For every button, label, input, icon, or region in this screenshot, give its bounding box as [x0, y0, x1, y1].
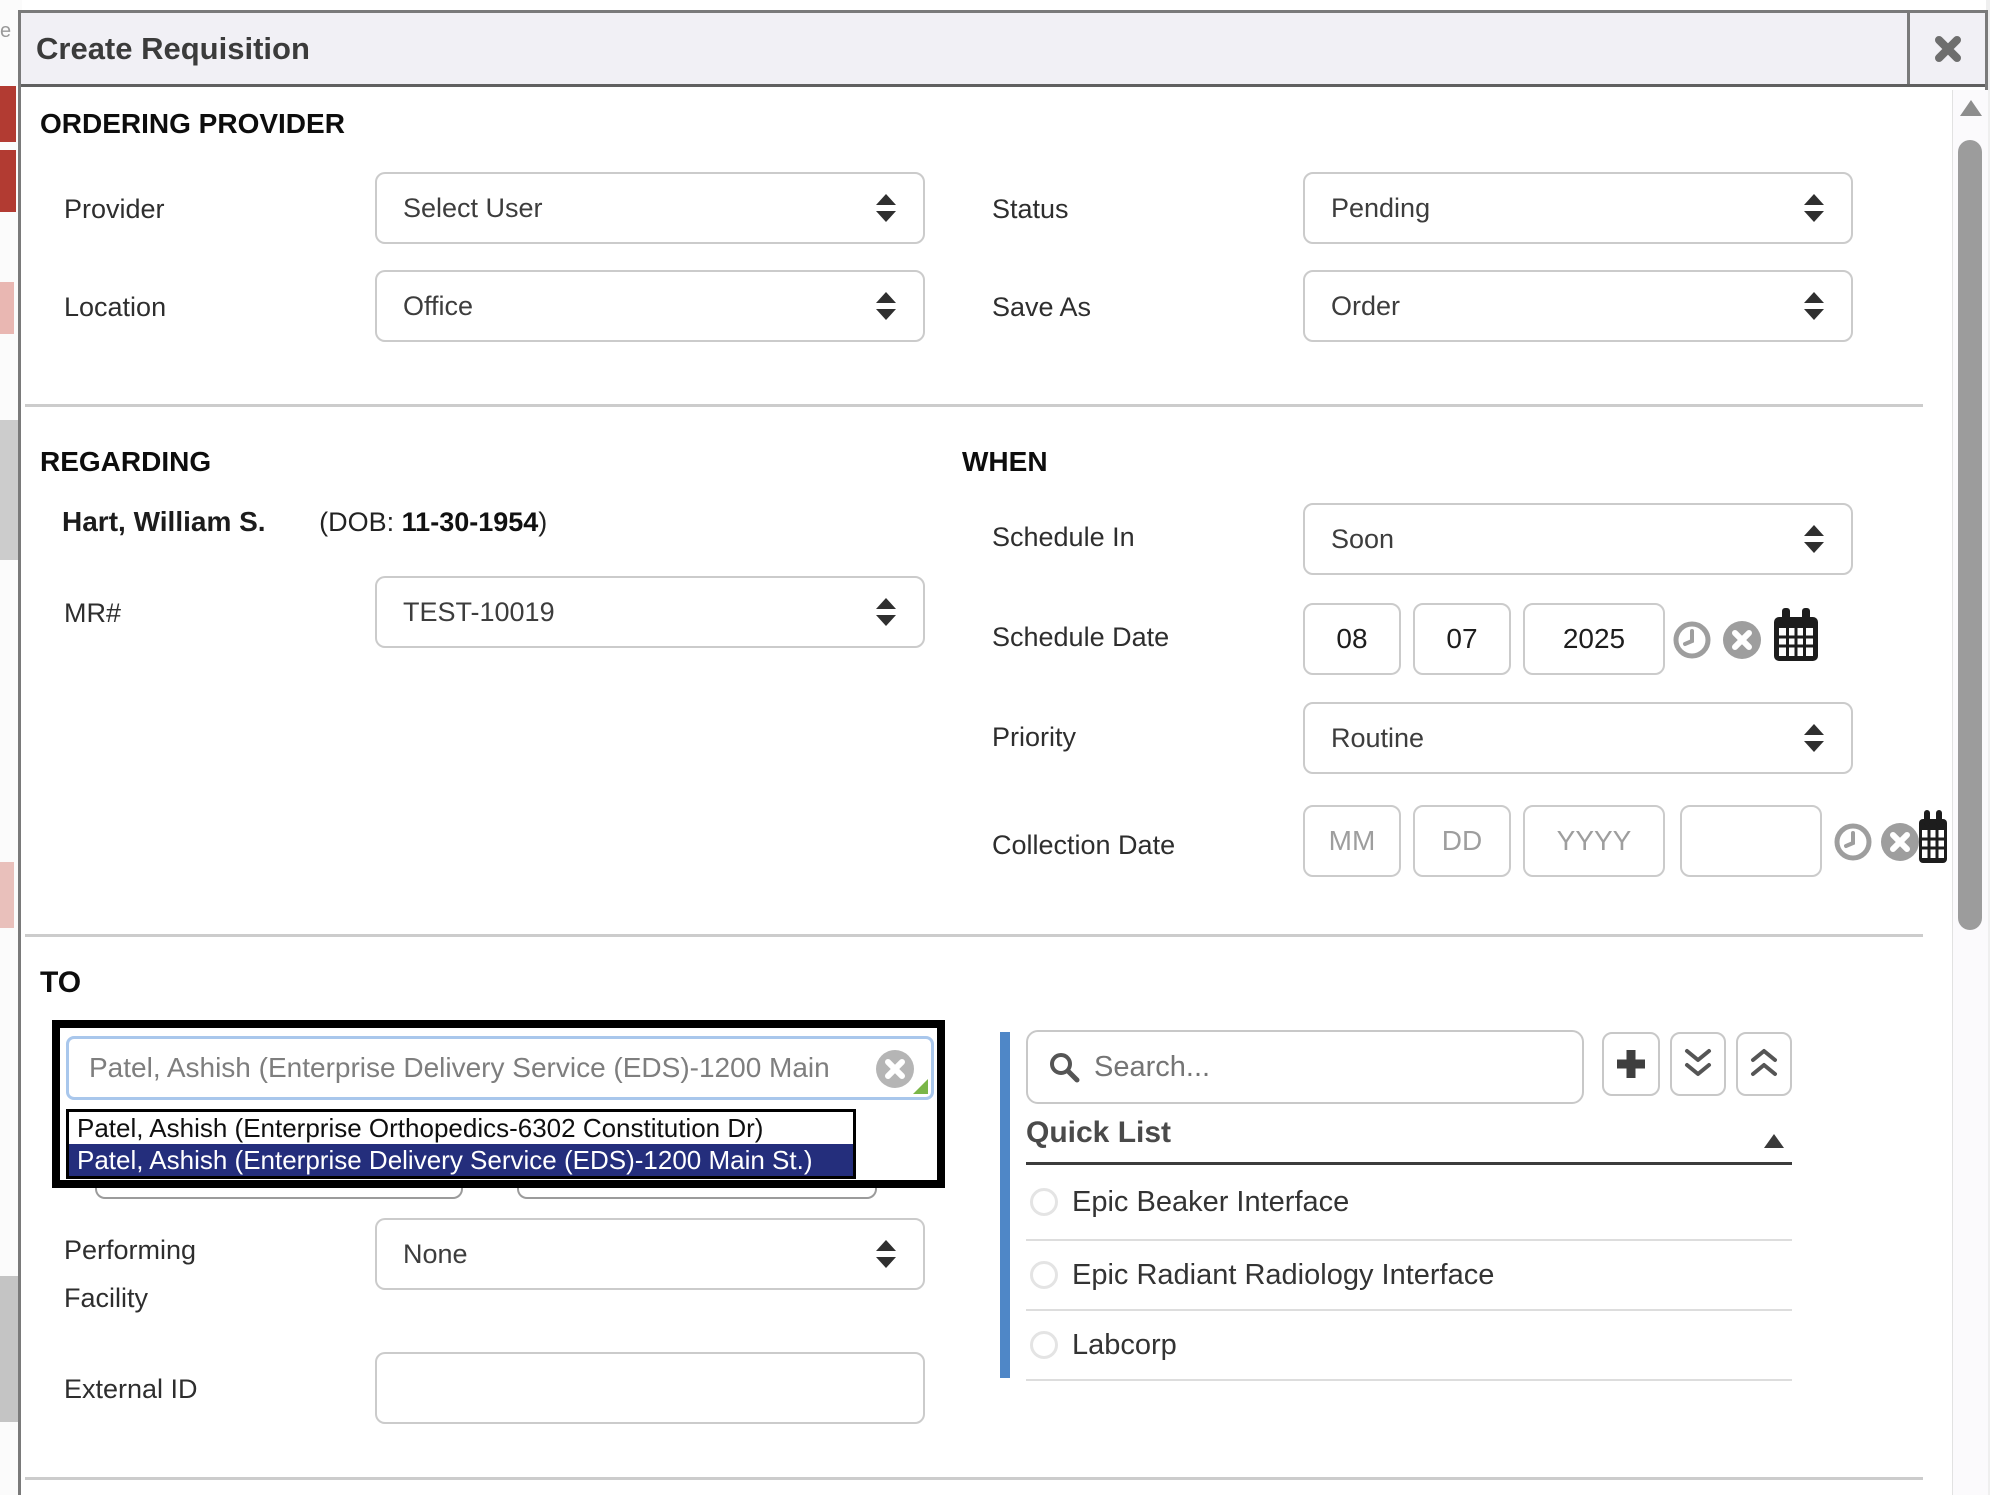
- close-button[interactable]: [1907, 13, 1985, 84]
- quick-list-item[interactable]: Labcorp: [1026, 1311, 1792, 1381]
- schedule-time-clock-icon[interactable]: [1672, 620, 1712, 660]
- add-button[interactable]: [1602, 1032, 1660, 1096]
- patient-dob: 11-30-1954: [402, 507, 539, 537]
- quick-list-item[interactable]: Epic Radiant Radiology Interface: [1026, 1241, 1792, 1311]
- collapse-all-button[interactable]: [1736, 1032, 1792, 1096]
- quick-list-accent-bar: [1000, 1032, 1010, 1378]
- priority-select[interactable]: Routine: [1303, 702, 1853, 774]
- schedule-date-label: Schedule Date: [992, 622, 1169, 653]
- collection-date-calendar-icon[interactable]: [1918, 810, 1948, 866]
- vertical-scrollbar[interactable]: [1952, 90, 1988, 1495]
- select-caret-icon: [1803, 290, 1825, 322]
- backdrop-fragment: [0, 282, 14, 334]
- radio-icon[interactable]: [1030, 1331, 1058, 1359]
- double-chevron-up-icon: [1749, 1047, 1779, 1081]
- external-id-input[interactable]: [375, 1352, 925, 1424]
- collection-month-input[interactable]: [1303, 805, 1401, 877]
- schedule-in-label: Schedule In: [992, 522, 1135, 553]
- section-divider: [25, 934, 1923, 937]
- double-chevron-down-icon: [1683, 1047, 1713, 1081]
- location-select[interactable]: Office: [375, 270, 925, 342]
- collection-time-input[interactable]: [1680, 805, 1822, 877]
- expand-all-button[interactable]: [1670, 1032, 1726, 1096]
- performing-facility-label: Performing Facility: [64, 1226, 284, 1322]
- select-caret-icon: [1803, 192, 1825, 224]
- section-divider: [25, 404, 1923, 407]
- recipient-suggestion-list: Patel, Ashish (Enterprise Orthopedics-63…: [66, 1109, 856, 1179]
- recipient-input-wrap: [66, 1036, 934, 1100]
- schedule-in-select[interactable]: Soon: [1303, 503, 1853, 575]
- schedule-year-input[interactable]: [1523, 603, 1665, 675]
- suggestion-item-selected[interactable]: Patel, Ashish (Enterprise Delivery Servi…: [69, 1144, 853, 1176]
- backdrop-fragment: [0, 420, 18, 560]
- suggestion-item[interactable]: Patel, Ashish (Enterprise Orthopedics-63…: [69, 1112, 853, 1144]
- collection-date-label: Collection Date: [992, 830, 1175, 861]
- patient-name: Hart, William S.: [62, 506, 266, 537]
- status-label: Status: [992, 194, 1069, 225]
- resize-handle-icon[interactable]: [913, 1079, 928, 1094]
- collection-date-clear-icon[interactable]: [1880, 822, 1920, 862]
- external-id-label: External ID: [64, 1374, 198, 1405]
- performing-facility-select[interactable]: None: [375, 1218, 925, 1290]
- dob-suffix: ): [538, 507, 547, 537]
- patient-line: Hart, William S. (DOB: 11-30-1954): [62, 506, 547, 538]
- create-requisition-screen: e Create Requisition ORDERING PROVIDER P…: [0, 0, 1990, 1495]
- quick-list: Epic Beaker Interface Epic Radiant Radio…: [1026, 1162, 1792, 1381]
- when-heading: WHEN: [962, 446, 1048, 478]
- collection-year-input[interactable]: [1523, 805, 1665, 877]
- dob-prefix: (DOB:: [319, 507, 402, 537]
- select-caret-icon: [875, 596, 897, 628]
- select-caret-icon: [1803, 523, 1825, 555]
- quick-list-collapse-icon[interactable]: [1764, 1134, 1784, 1148]
- quick-list-searchbox: [1026, 1030, 1584, 1104]
- backdrop-fragment: [0, 86, 16, 142]
- schedule-month-input[interactable]: [1303, 603, 1401, 675]
- priority-label: Priority: [992, 722, 1076, 753]
- select-caret-icon: [875, 290, 897, 322]
- recipient-search-input[interactable]: [69, 1039, 931, 1097]
- save-as-select[interactable]: Order: [1303, 270, 1853, 342]
- mr-number-label: MR#: [64, 598, 121, 629]
- mr-number-select[interactable]: TEST-10019: [375, 576, 925, 648]
- close-icon: [1933, 34, 1963, 64]
- scrollbar-up-arrow-icon[interactable]: [1960, 100, 1982, 116]
- search-input[interactable]: [1094, 1051, 1582, 1084]
- search-icon: [1048, 1051, 1080, 1083]
- scrollbar-thumb[interactable]: [1958, 140, 1982, 930]
- recipient-highlight-callout: Patel, Ashish (Enterprise Orthopedics-63…: [52, 1020, 945, 1188]
- status-select[interactable]: Pending: [1303, 172, 1853, 244]
- provider-label: Provider: [64, 194, 165, 225]
- radio-icon[interactable]: [1030, 1261, 1058, 1289]
- collection-time-clock-icon[interactable]: [1833, 822, 1873, 862]
- ordering-provider-heading: ORDERING PROVIDER: [40, 108, 345, 140]
- location-label: Location: [64, 292, 166, 323]
- recipient-clear-icon[interactable]: [875, 1049, 915, 1089]
- select-caret-icon: [875, 192, 897, 224]
- quick-list-item[interactable]: Epic Beaker Interface: [1026, 1165, 1792, 1241]
- to-heading: TO: [40, 966, 81, 1000]
- quick-list-heading: Quick List: [1026, 1116, 1171, 1150]
- backdrop-fragment: [0, 1276, 18, 1422]
- collection-day-input[interactable]: [1413, 805, 1511, 877]
- radio-icon[interactable]: [1030, 1188, 1058, 1216]
- save-as-label: Save As: [992, 292, 1091, 323]
- select-caret-icon: [1803, 722, 1825, 754]
- schedule-day-input[interactable]: [1413, 603, 1511, 675]
- dialog-title: Create Requisition: [21, 31, 310, 67]
- provider-select[interactable]: Select User: [375, 172, 925, 244]
- regarding-heading: REGARDING: [40, 446, 211, 478]
- backdrop-fragment: [0, 862, 14, 928]
- backdrop-fragment: [0, 150, 16, 212]
- plus-icon: [1614, 1047, 1648, 1081]
- schedule-date-calendar-icon[interactable]: [1772, 608, 1820, 664]
- backdrop-text-fragment: e: [0, 20, 11, 43]
- schedule-date-clear-icon[interactable]: [1722, 620, 1762, 660]
- section-divider: [25, 1477, 1923, 1480]
- select-caret-icon: [875, 1238, 897, 1270]
- dialog-header: Create Requisition: [21, 13, 1985, 87]
